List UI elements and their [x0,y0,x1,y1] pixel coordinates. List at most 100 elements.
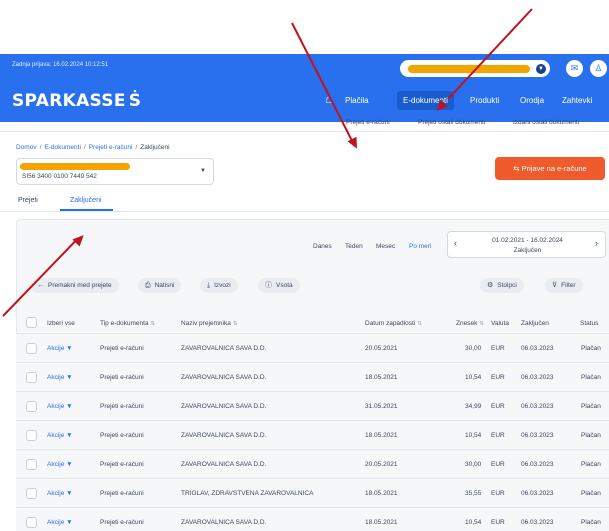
akcije-dropdown[interactable]: Akcije ▼ [47,403,73,410]
cell-status: Plačan [581,432,601,439]
row-checkbox[interactable] [26,401,37,412]
cell-recipient: ZAVAROVALNICA SAVA D.D. [181,519,267,526]
cell-status: Plačan [581,345,601,352]
cell-amount: 10,54 [465,374,482,381]
tab-zakljuceni[interactable]: Zaključeni [70,197,102,204]
filter-button[interactable]: ⊽ Filter [545,278,583,293]
export-button[interactable]: ⤓ Izvozi [200,278,238,293]
cell-due-date: 18.05.2021 [365,432,398,439]
cell-amount: 30,00 [465,461,482,468]
akcije-dropdown[interactable]: Akcije ▼ [47,345,73,352]
akcije-dropdown[interactable]: Akcije ▼ [47,461,73,468]
breadcrumb: Domov / E-dokumenti / Prejeti e-računi / Zaklj… [16,144,170,151]
nav-orodja[interactable]: Orodja [514,91,550,110]
row-checkbox[interactable] [26,459,37,470]
header-zakljucen[interactable]: Zaključen [521,320,549,327]
prijave-na-e-racune-button[interactable]: ⇆ Prijave na e-račune [495,157,605,180]
tabs-divider [0,211,609,212]
sparkasse-logo: SPARKASSE Ṡ [12,91,142,111]
cell-due-date: 31.05.2021 [365,403,398,410]
table-row[interactable]: Akcije ▼ Prejeti e-računi TRIGLAV, ZDRAV… [16,479,609,508]
table-row[interactable]: Akcije ▼ Prejeti e-računi ZAVAROVALNICA … [16,450,609,479]
header-tip[interactable]: Tip e-dokumenta ⇅ [100,320,155,327]
row-checkbox[interactable] [26,517,37,528]
subnav-prejeti-e-racuni[interactable]: Prejeti e-računi [346,119,390,126]
akcije-dropdown[interactable]: Akcije ▼ [47,490,73,497]
header-status[interactable]: Status [580,320,598,327]
arrow-left-icon: ← [37,282,44,289]
cell-due-date: 18.05.2021 [365,374,398,381]
breadcrumb-e-dokumenti[interactable]: E-dokumenti [44,144,81,151]
date-range-text: 01.02.2021 - 16.02.2024 [492,237,563,244]
period-mesec[interactable]: Mesec [376,243,395,250]
cell-closed-date: 06.03.2023 [521,432,554,439]
caret-down-icon: ▼ [66,432,73,439]
nav-produkti[interactable]: Produkti [464,91,505,110]
cell-recipient: ZAVAROVALNICA SAVA D.D. [181,403,267,410]
cell-currency: EUR [491,374,505,381]
select-all-checkbox[interactable] [26,317,37,328]
header-izberi-vse[interactable]: Izberi vse [47,320,75,327]
cell-currency: EUR [491,432,505,439]
cell-closed-date: 06.03.2023 [521,374,554,381]
tab-prejeti[interactable]: Prejeti [18,197,38,204]
cell-closed-date: 06.03.2023 [521,490,554,497]
cell-currency: EUR [491,490,505,497]
cell-type: Prejeti e-računi [100,374,144,381]
date-range-picker[interactable]: ‹ 01.02.2021 - 16.02.2024 Zaključen › [447,231,606,258]
chevron-left-icon[interactable]: ‹ [454,238,457,248]
sum-button[interactable]: ⓘ Vsota [258,278,300,293]
cell-type: Prejeti e-računi [100,519,144,526]
cell-currency: EUR [491,403,505,410]
sort-icon: ⇅ [150,321,156,327]
table-row[interactable]: Akcije ▼ Prejeti e-računi ZAVAROVALNICA … [16,508,609,531]
akcije-dropdown[interactable]: Akcije ▼ [47,519,73,526]
chevron-down-icon: ▼ [536,64,546,74]
chevron-right-icon[interactable]: › [595,238,598,248]
cell-type: Prejeti e-računi [100,345,144,352]
filter-icon: ⊽ [552,282,558,289]
period-teden[interactable]: Teden [345,243,363,250]
period-po-meri[interactable]: Po meri [409,243,431,250]
cell-amount: 30,00 [465,345,482,352]
table-row[interactable]: Akcije ▼ Prejeti e-računi ZAVAROVALNICA … [16,421,609,450]
cell-amount: 34,99 [465,403,482,410]
breadcrumb-prejeti[interactable]: Prejeti e-računi [89,144,133,151]
cell-amount: 10,54 [465,432,482,439]
akcije-dropdown[interactable]: Akcije ▼ [47,374,73,381]
row-checkbox[interactable] [26,430,37,441]
mail-icon[interactable]: ✉ [566,60,583,77]
period-danes[interactable]: Danes [313,243,332,250]
table-row[interactable]: Akcije ▼ Prejeti e-računi ZAVAROVALNICA … [16,363,609,392]
subnav-izdani-ostali[interactable]: Izdani ostali dokumenti [513,119,579,126]
header-valuta[interactable]: Valuta [491,320,509,327]
cell-due-date: 18.05.2021 [365,490,398,497]
cell-status: Plačan [581,403,601,410]
breadcrumb-domov[interactable]: Domov [16,144,37,151]
print-button[interactable]: ⎙ Natisni [138,278,182,293]
row-checkbox[interactable] [26,343,37,354]
header-datum[interactable]: Datum zapadlosti ⇅ [365,320,422,327]
table-row[interactable]: Akcije ▼ Prejeti e-računi ZAVAROVALNICA … [16,392,609,421]
header-naziv[interactable]: Naziv prejemnika ⇅ [181,320,237,327]
account-iban: SI56 3400 0100 7449 542 [22,173,97,180]
akcije-dropdown[interactable]: Akcije ▼ [47,432,73,439]
table-row[interactable]: Akcije ▼ Prejeti e-računi ZAVAROVALNICA … [16,334,609,363]
subnav-prejeti-ostali[interactable]: Prejeti ostali dokumenti [418,119,485,126]
row-checkbox[interactable] [26,372,37,383]
user-icon[interactable]: ♙ [590,60,607,77]
cell-type: Prejeti e-računi [100,490,144,497]
redacted-account-holder [20,163,130,170]
caret-down-icon: ▼ [66,490,73,497]
header-znesek[interactable]: Znesek ⇅ [456,320,484,327]
row-checkbox[interactable] [26,488,37,499]
nav-zahtevki[interactable]: Zahtevki [556,91,598,110]
move-to-received-button[interactable]: ← Premakni med prejete [30,278,119,293]
last-login-text: Zadnja prijava: 16.02.2024 10:12:51 [12,62,109,68]
account-select[interactable]: SI56 3400 0100 7449 542 ▼ [16,158,214,185]
columns-button[interactable]: ⚙ Stolpci [480,278,524,293]
date-range-status: Zaključen [513,247,542,254]
cell-type: Prejeti e-računi [100,403,144,410]
cell-recipient: ZAVAROVALNICA SAVA D.D. [181,432,267,439]
nav-placila[interactable]: Plačila [339,91,375,110]
